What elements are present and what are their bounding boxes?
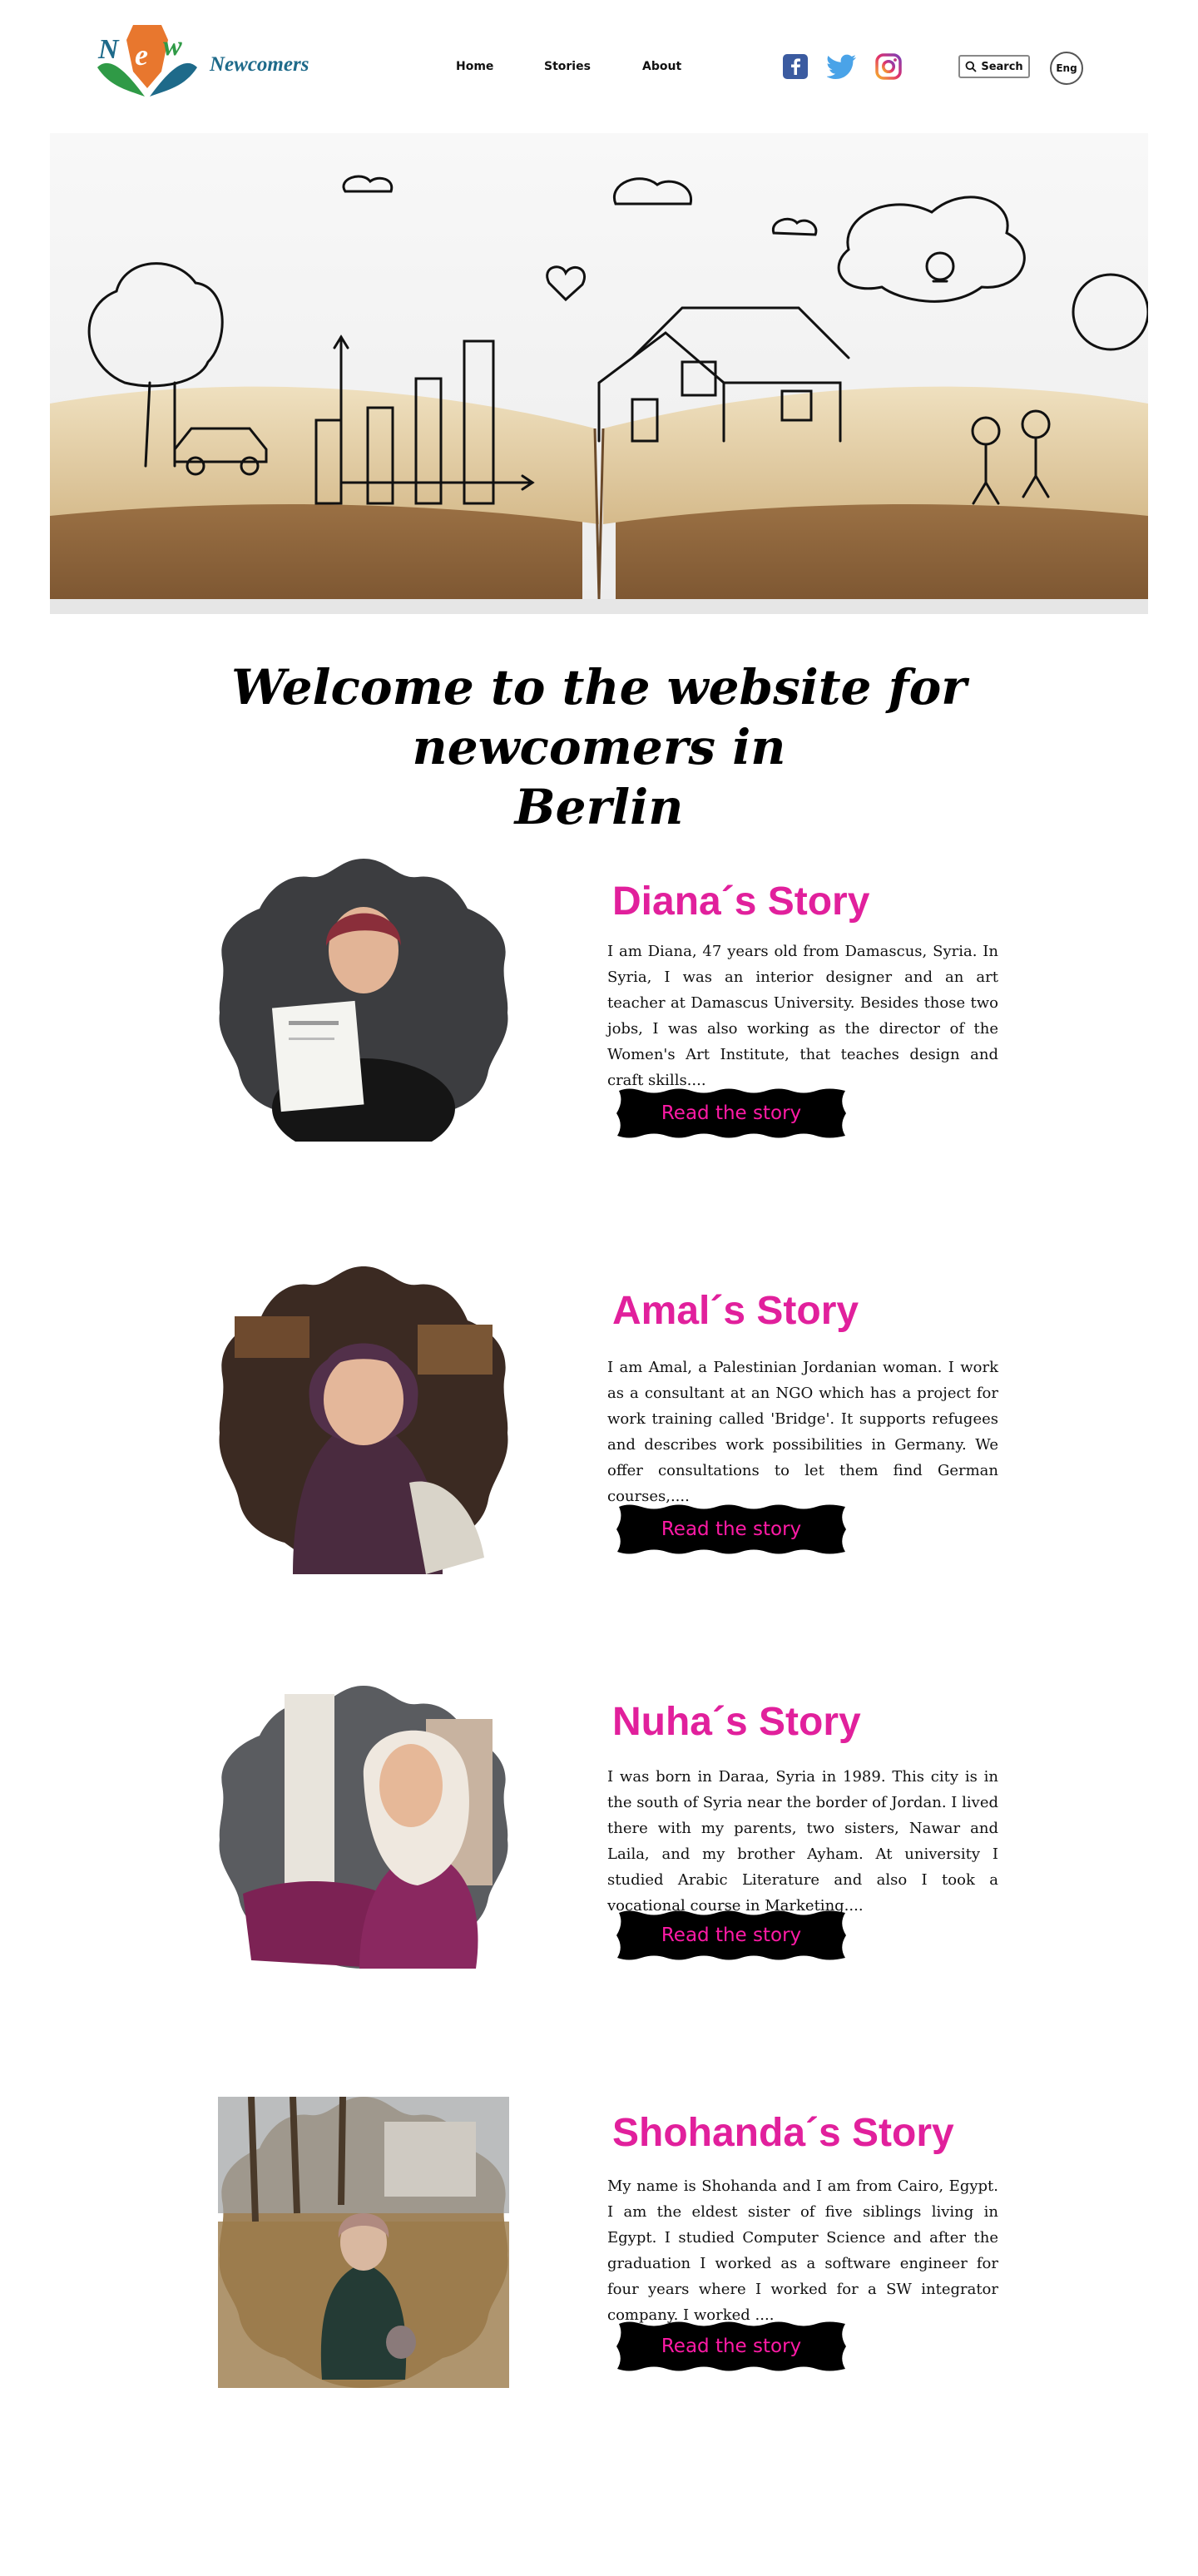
- story-photo-nuha[interactable]: [218, 1686, 509, 1969]
- nav-home[interactable]: Home: [456, 60, 493, 73]
- hero-book-illustration: [50, 175, 1148, 614]
- svg-text:w: w: [163, 31, 182, 62]
- read-story-button-diana[interactable]: Read the story: [612, 1087, 850, 1140]
- facebook-icon[interactable]: [782, 53, 809, 80]
- site-header: N e w Newcomers Home Stories About Searc…: [0, 0, 1198, 133]
- welcome-line-1: Welcome to the website for newcomers in: [231, 659, 967, 775]
- search-label: Search: [981, 60, 1023, 73]
- svg-text:e: e: [135, 38, 148, 72]
- instagram-icon[interactable]: [875, 53, 902, 80]
- read-story-label: Read the story: [661, 2336, 802, 2357]
- story-photo-shohanda[interactable]: [218, 2096, 509, 2388]
- story-excerpt-diana: I am Diana, 47 years old from Damascus, …: [607, 943, 998, 1089]
- read-story-button-nuha[interactable]: Read the story: [612, 1909, 850, 1962]
- story-title-nuha: Nuha´s Story: [612, 1700, 861, 1744]
- read-story-label: Read the story: [661, 1925, 802, 1946]
- story-title-shohanda: Shohanda´s Story: [612, 2111, 954, 2155]
- story-excerpt-nuha: I was born in Daraa, Syria in 1989. This…: [607, 1768, 998, 1915]
- read-story-button-shohanda[interactable]: Read the story: [612, 2320, 850, 2373]
- nav-about[interactable]: About: [642, 60, 681, 73]
- story-photo-amal[interactable]: [218, 1266, 509, 1574]
- svg-text:N: N: [97, 34, 120, 65]
- welcome-line-2: Berlin: [514, 779, 684, 835]
- read-story-label: Read the story: [661, 1518, 802, 1540]
- story-title-diana: Diana´s Story: [612, 879, 870, 924]
- story-photo-diana[interactable]: [218, 859, 509, 1158]
- story-title-amal: Amal´s Story: [612, 1289, 859, 1333]
- read-story-button-amal[interactable]: Read the story: [612, 1503, 850, 1556]
- story-excerpt-amal: I am Amal, a Palestinian Jordanian woman…: [607, 1359, 998, 1505]
- logo-mark-icon: N e w: [97, 25, 197, 97]
- story-excerpt-shohanda: My name is Shohanda and I am from Cairo,…: [607, 2177, 998, 2324]
- search-icon: [965, 61, 977, 72]
- language-selector[interactable]: Eng: [1050, 52, 1083, 85]
- search-button[interactable]: Search: [958, 55, 1030, 78]
- nav-stories[interactable]: Stories: [544, 60, 591, 73]
- logo-text[interactable]: Newcomers: [210, 53, 309, 77]
- read-story-label: Read the story: [661, 1102, 802, 1124]
- welcome-heading: Welcome to the website for newcomers in …: [116, 657, 1082, 837]
- hero-image: [50, 133, 1148, 614]
- twitter-icon[interactable]: [826, 53, 856, 80]
